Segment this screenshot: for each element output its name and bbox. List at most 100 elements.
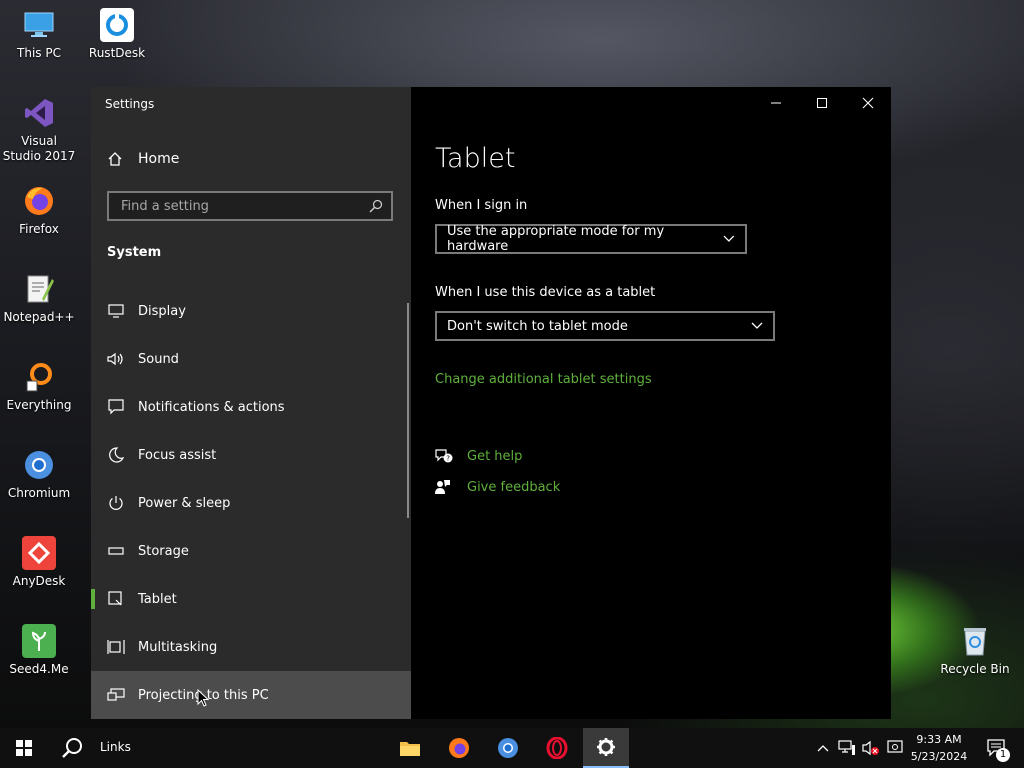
firefox-icon xyxy=(449,738,469,758)
home-label: Home xyxy=(138,151,180,167)
desktop-icon-chromium[interactable]: Chromium xyxy=(1,448,77,501)
desktop-icon-label: Firefox xyxy=(19,222,59,236)
taskbar-settings[interactable] xyxy=(583,728,629,768)
notepadpp-icon xyxy=(22,272,56,306)
desktop-icon-this-pc[interactable]: This PC xyxy=(1,8,77,61)
visual-studio-icon xyxy=(22,96,56,130)
home-nav-item[interactable]: Home xyxy=(107,151,179,167)
anydesk-icon xyxy=(22,536,56,570)
desktop-icon-firefox[interactable]: Firefox xyxy=(1,184,77,237)
page-title: Tablet xyxy=(435,143,516,174)
nav-item-label: Tablet xyxy=(138,591,177,607)
desktop-icon-everything[interactable]: Everything xyxy=(1,360,77,413)
give-feedback-label: Give feedback xyxy=(467,479,561,495)
nav-item-focus-assist[interactable]: Focus assist xyxy=(91,431,411,479)
home-icon xyxy=(108,152,122,166)
chevron-down-icon xyxy=(723,235,735,242)
tablet-use-label: When I use this device as a tablet xyxy=(435,285,656,300)
chromium-icon xyxy=(22,448,56,482)
settings-nav: Display Sound Notifications & actions Fo… xyxy=(91,287,411,719)
search-box[interactable] xyxy=(107,191,393,221)
volume-muted-icon xyxy=(862,740,879,756)
get-help-label: Get help xyxy=(467,448,523,464)
gear-icon xyxy=(597,738,615,756)
taskbar-chromium[interactable] xyxy=(485,728,531,768)
recycle-bin-icon xyxy=(958,624,992,658)
maximize-button[interactable] xyxy=(799,87,845,119)
desktop-icon-label: Visual Studio 2017 xyxy=(2,134,76,163)
nav-item-multitasking[interactable]: Multitasking xyxy=(91,623,411,671)
notifications-icon xyxy=(107,398,125,416)
search-input[interactable] xyxy=(119,197,353,215)
close-icon xyxy=(862,97,874,109)
taskbar-firefox[interactable] xyxy=(436,728,482,768)
desktop-icon-rustdesk[interactable]: RustDesk xyxy=(79,8,155,61)
nav-item-power-sleep[interactable]: Power & sleep xyxy=(91,479,411,527)
multitasking-icon xyxy=(107,638,125,656)
desktop-icon-label: AnyDesk xyxy=(12,574,66,588)
nav-item-label: Notifications & actions xyxy=(138,399,285,415)
nav-item-label: Power & sleep xyxy=(138,495,231,511)
desktop-icon-recycle-bin[interactable]: Recycle Bin xyxy=(937,624,1013,677)
taskbar-clock[interactable]: 9:33 AM 5/23/2024 xyxy=(900,731,978,765)
desktop-icon-label: This PC xyxy=(17,46,61,60)
maximize-icon xyxy=(817,98,827,108)
links-toolbar[interactable]: Links xyxy=(100,740,131,754)
desktop-icon-label: Everything xyxy=(6,398,72,412)
rustdesk-icon xyxy=(100,8,134,42)
nav-item-label: Storage xyxy=(138,543,189,559)
nav-item-label: Focus assist xyxy=(138,447,217,463)
action-center-button[interactable]: 1 xyxy=(978,728,1014,768)
sign-in-dropdown[interactable]: Use the appropriate mode for my hardware xyxy=(435,224,747,254)
clock-time: 9:33 AM xyxy=(916,733,962,746)
desktop-icon-label: Seed4.Me xyxy=(9,662,69,676)
start-button[interactable] xyxy=(0,728,48,768)
desktop-icon-visual-studio[interactable]: Visual Studio 2017 xyxy=(1,96,77,164)
mouse-cursor-icon xyxy=(197,689,209,707)
tablet-mode-dropdown[interactable]: Don't switch to tablet mode xyxy=(435,311,775,341)
search-icon xyxy=(62,738,82,758)
section-heading: System xyxy=(107,245,162,260)
sign-in-label: When I sign in xyxy=(435,198,528,213)
settings-content: Tablet When I sign in Use the appropriat… xyxy=(411,87,891,719)
firefox-icon xyxy=(22,184,56,218)
power-icon xyxy=(107,494,125,512)
close-button[interactable] xyxy=(845,87,891,119)
chevron-down-icon xyxy=(751,322,763,329)
computer-icon xyxy=(22,8,56,42)
get-help-link[interactable]: ? Get help xyxy=(435,448,522,464)
nav-item-projecting[interactable]: Projecting to this PC xyxy=(91,671,411,719)
nav-item-tablet[interactable]: Tablet xyxy=(91,575,411,623)
desktop-icon-anydesk[interactable]: AnyDesk xyxy=(1,536,77,589)
tray-overflow-button[interactable] xyxy=(814,728,832,768)
desktop-icon-seed4me[interactable]: Seed4.Me xyxy=(1,624,77,677)
minimize-button[interactable] xyxy=(753,87,799,119)
nav-item-label: Sound xyxy=(138,351,179,367)
desktop-icon-notepadpp[interactable]: Notepad++ xyxy=(1,272,77,325)
sidebar-scrollbar[interactable] xyxy=(407,303,409,518)
settings-sidebar: Settings Home System Display Sound Notif… xyxy=(91,87,411,719)
minimize-icon xyxy=(771,102,781,104)
nav-item-storage[interactable]: Storage xyxy=(91,527,411,575)
nav-item-sound[interactable]: Sound xyxy=(91,335,411,383)
nav-item-display[interactable]: Display xyxy=(91,287,411,335)
tray-network[interactable] xyxy=(836,728,858,768)
tablet-mode-dropdown-value: Don't switch to tablet mode xyxy=(447,318,628,334)
svg-text:?: ? xyxy=(446,455,450,463)
give-feedback-link[interactable]: Give feedback xyxy=(435,479,560,495)
taskbar-search-button[interactable] xyxy=(48,728,96,768)
tablet-icon xyxy=(107,590,125,608)
search-icon[interactable] xyxy=(369,199,383,213)
nav-item-notifications[interactable]: Notifications & actions xyxy=(91,383,411,431)
nav-item-label: Multitasking xyxy=(138,639,218,655)
taskbar-opera[interactable] xyxy=(534,728,580,768)
sound-icon xyxy=(107,350,125,368)
projecting-icon xyxy=(107,686,125,704)
seed4me-icon xyxy=(22,624,56,658)
additional-tablet-settings-link[interactable]: Change additional tablet settings xyxy=(435,372,652,387)
taskbar-file-explorer[interactable] xyxy=(387,728,433,768)
tray-volume[interactable] xyxy=(860,728,882,768)
desktop-icon-label: Chromium xyxy=(7,486,71,500)
window-controls xyxy=(753,87,891,119)
clock-date: 5/23/2024 xyxy=(910,750,968,763)
